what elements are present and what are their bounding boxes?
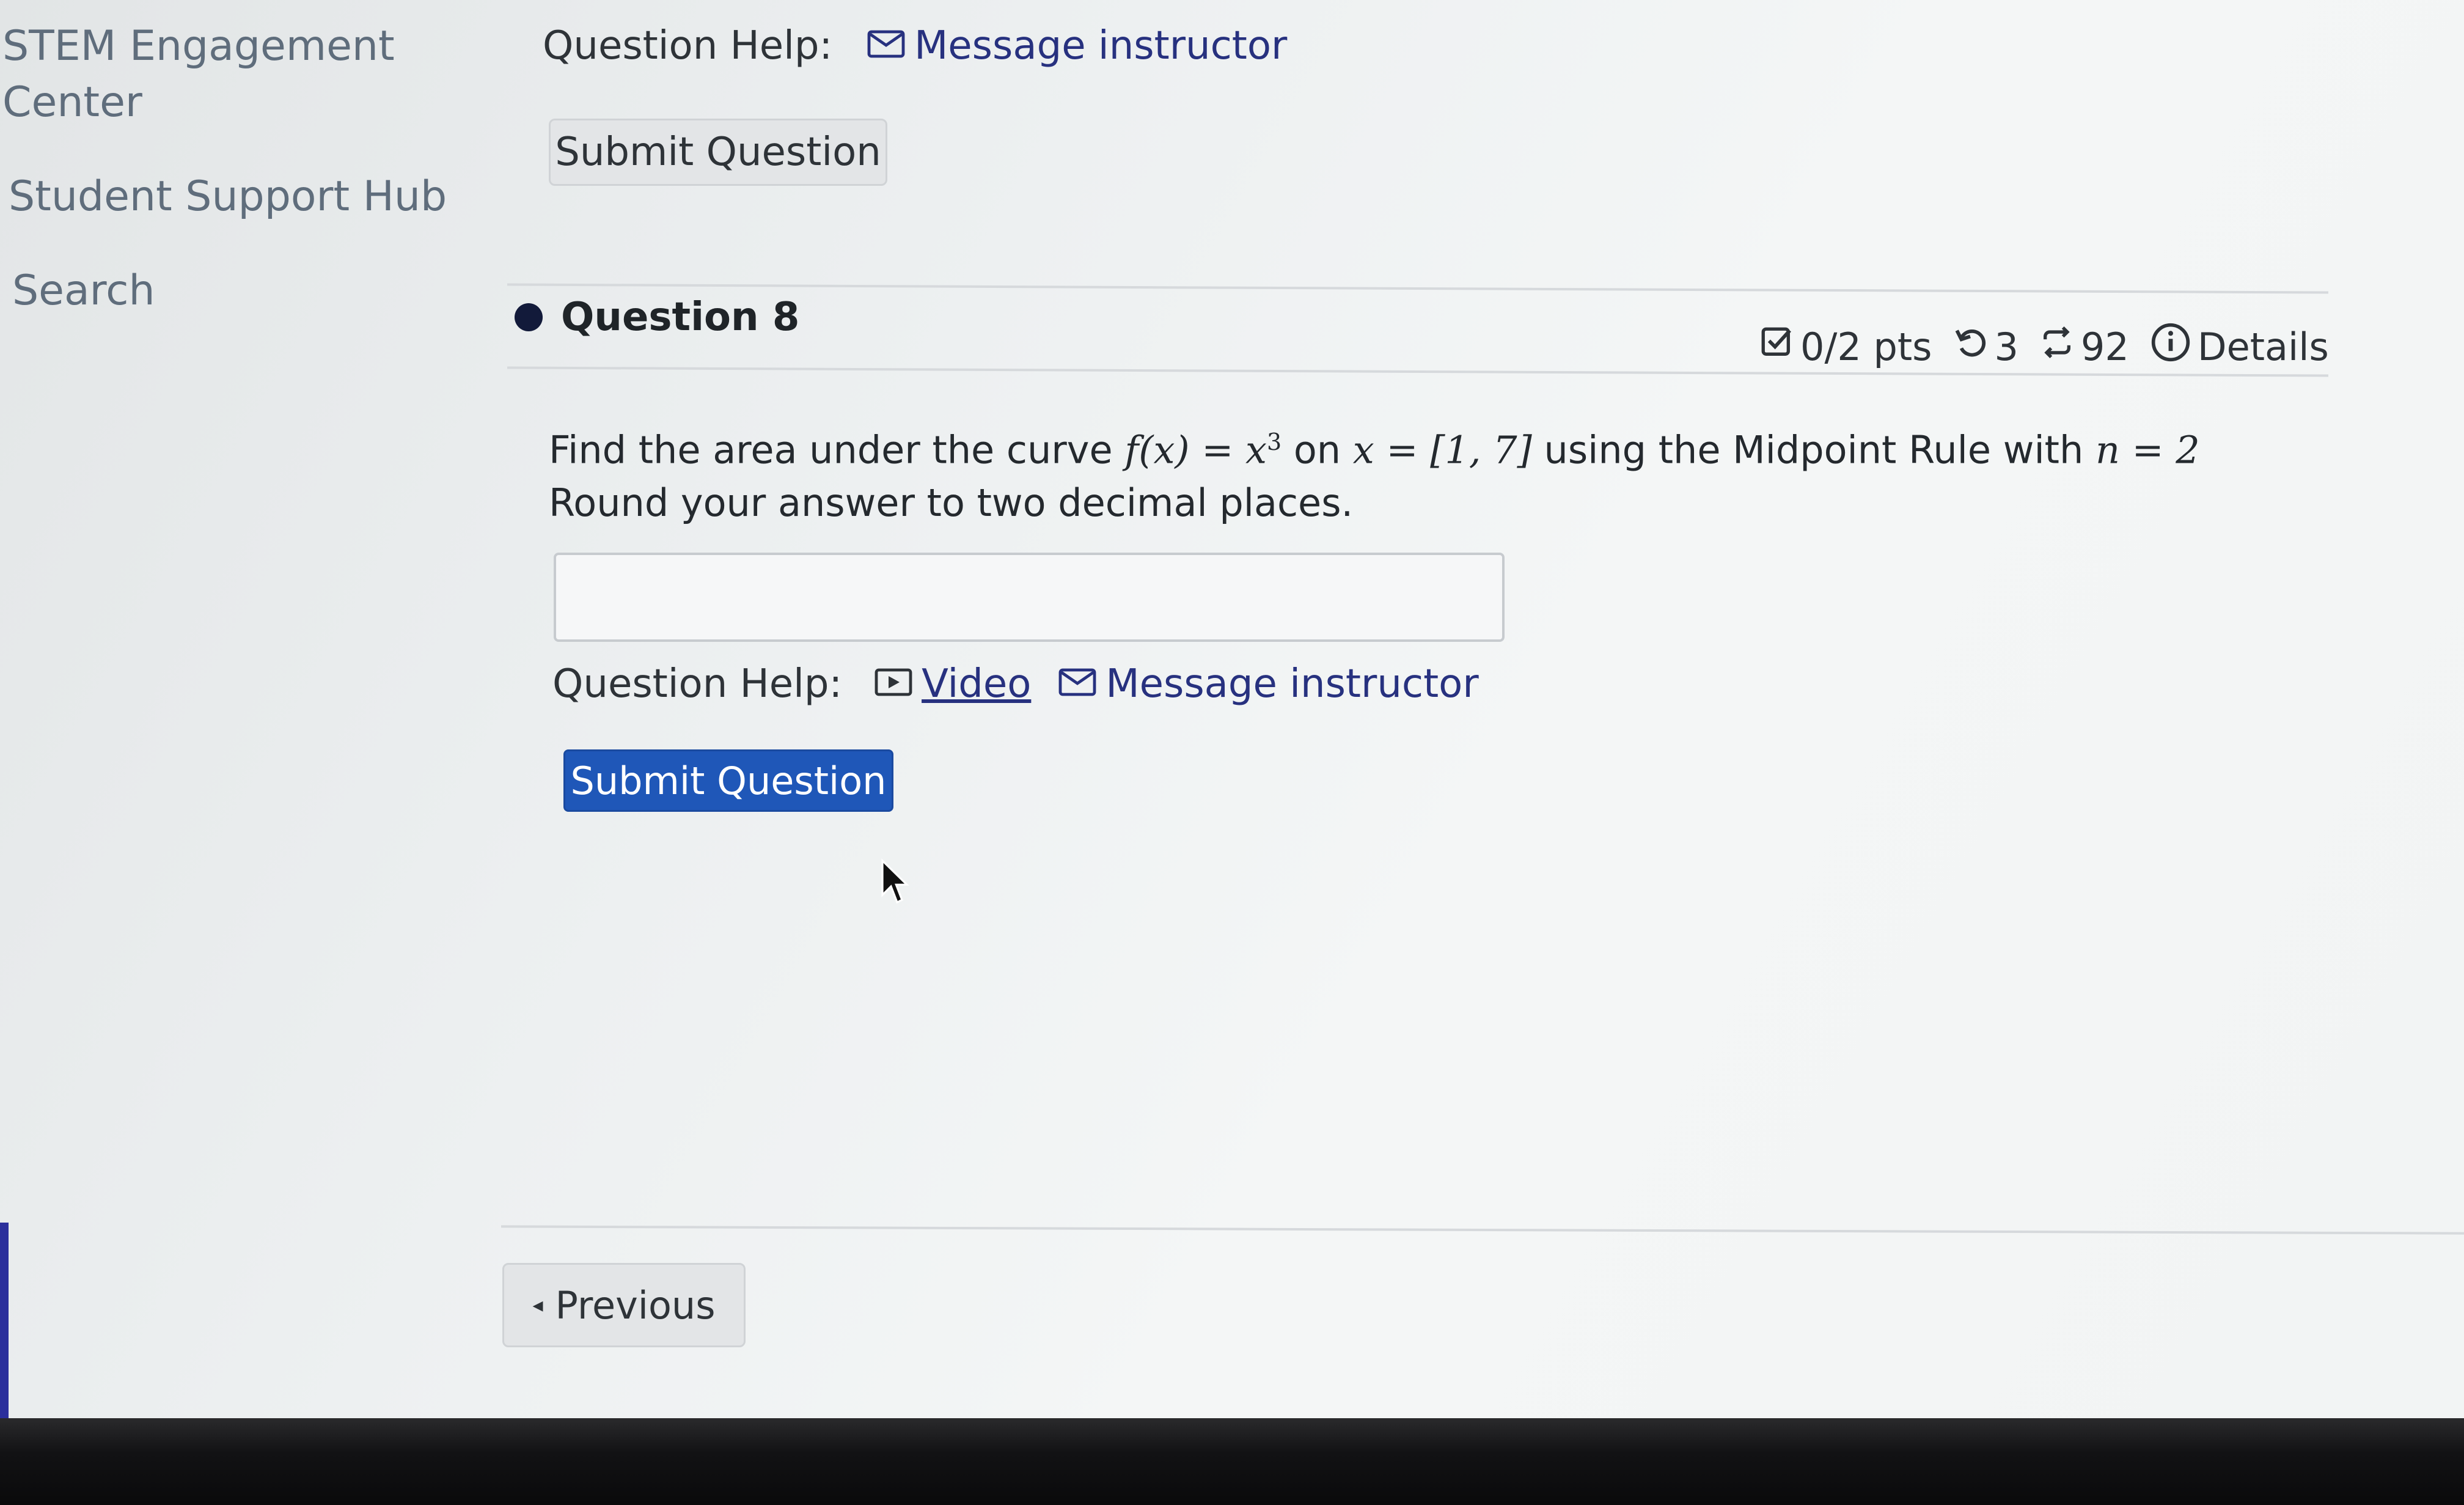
mouse-pointer-icon [881,858,909,904]
question-title: Question 8 [561,295,800,340]
question-help-label: Question Help: [543,23,833,68]
divider [507,283,2328,294]
sidebar-item-label-line1: STEM Engagement [2,22,395,70]
retries-value: 3 [1994,325,2019,369]
sidebar-item-label: Student Support Hub [9,172,447,221]
details-button[interactable]: Details [2150,322,2329,372]
attempts-value: 92 [2080,325,2129,369]
retries-indicator: 3 [1953,325,2019,369]
question-text-end: Round your answer to two decimal places. [549,480,1354,525]
envelope-icon [1058,661,1097,707]
question-meta: 0/2 pts 3 92 Details [1759,322,2329,372]
video-label: Video [922,661,1032,707]
message-instructor-link[interactable]: Message instructor [1058,661,1479,707]
caret-left-icon: ◂ [532,1293,543,1317]
message-instructor-label: Message instructor [914,23,1288,68]
question-text-start: Find the area under the curve [549,427,1125,473]
sidebar-item-label: Search [12,267,155,315]
function-expression: f(x) = x [1124,427,1267,473]
window-edge [0,1223,9,1424]
sidebar-item-search[interactable]: Search [12,263,155,319]
previous-button[interactable]: ◂ Previous [502,1263,746,1347]
points-value: 0/2 pts [1800,325,1932,369]
question-status-dot [515,303,543,331]
question-header: Question 8 [515,295,799,340]
details-label: Details [2197,325,2329,369]
submit-question-button-previous[interactable]: Submit Question [549,119,887,186]
question-help-row: Question Help: Video Message instructor [552,661,1479,707]
question-text-on: on [1282,427,1353,473]
monitor-bezel [0,1418,2464,1505]
function-exponent: 3 [1266,429,1282,455]
previous-label: Previous [555,1282,716,1328]
screen: STEM Engagement Center Student Support H… [0,0,2464,1430]
sidebar-item-student-support-hub[interactable]: Student Support Hub [9,169,447,225]
question-help-label: Question Help: [552,661,843,707]
question-text: Find the area under the curve f(x) = x3 … [549,416,2290,529]
interval-expression: x = [1, 7] [1352,427,1532,473]
attempts-indicator: 92 [2039,325,2129,369]
sidebar-item-stem-engagement-center[interactable]: STEM Engagement Center [2,18,395,131]
info-icon [2150,322,2198,372]
envelope-icon [867,23,906,68]
answer-input[interactable] [554,553,1505,642]
submit-question-button[interactable]: Submit Question [563,749,893,812]
question-text-mid: using the Midpoint Rule with [1531,427,2096,473]
message-instructor-label: Message instructor [1106,661,1479,707]
submit-question-label: Submit Question [570,758,887,803]
video-link[interactable]: Video [874,661,1031,707]
undo-icon [1953,325,1994,369]
previous-question-help-row: Question Help: Message instructor [543,23,1287,68]
submit-question-label: Submit Question [555,130,881,175]
message-instructor-link[interactable]: Message instructor [867,23,1287,68]
checkbox-icon [1759,325,1800,369]
points-indicator: 0/2 pts [1759,325,1932,369]
video-icon [874,661,913,707]
n-expression: n = 2 [2096,427,2200,473]
divider [501,1225,2464,1235]
repeat-icon [2039,325,2081,369]
sidebar-item-label-line2: Center [2,78,142,127]
